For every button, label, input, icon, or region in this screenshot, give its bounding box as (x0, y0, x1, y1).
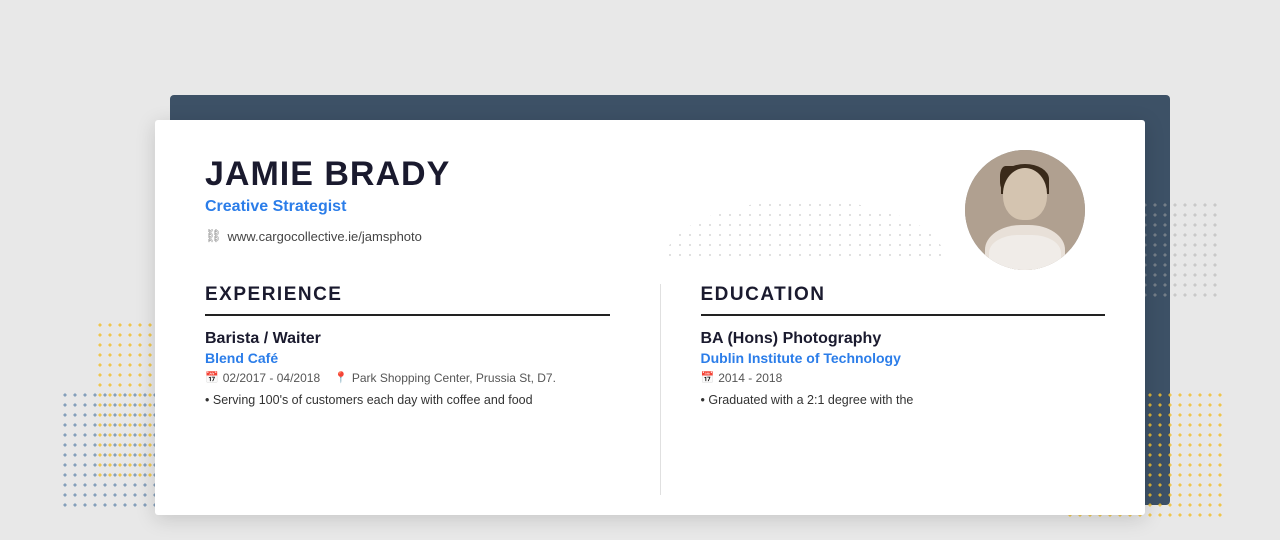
education-dates: 2014 - 2018 (718, 371, 782, 385)
degree-title: BA (Hons) Photography (701, 330, 1106, 348)
avatar (965, 150, 1085, 270)
company-name: Blend Café (205, 350, 610, 366)
education-divider (701, 314, 1106, 316)
education-dates-item: 📅 2014 - 2018 (701, 371, 783, 385)
job-description: Serving 100's of customers each day with… (205, 391, 610, 410)
resume-title: Creative Strategist (205, 198, 1095, 216)
education-section-title: EDUCATION (701, 284, 1106, 306)
job-meta: 📅 02/2017 - 04/2018 📍 Park Shopping Cent… (205, 371, 610, 385)
resume-website: ⛓ www.cargocollective.ie/jamsphoto (205, 228, 1095, 244)
job-title: Barista / Waiter (205, 330, 610, 348)
avatar-shirt (989, 235, 1061, 270)
avatar-head (1003, 168, 1047, 220)
job-dates-item: 📅 02/2017 - 04/2018 (205, 371, 320, 385)
resume-header: JAMIE BRADY Creative Strategist ⛓ www.ca… (155, 120, 1145, 264)
resume-name: JAMIE BRADY (205, 155, 1095, 194)
calendar-icon: 📅 (205, 371, 219, 384)
job-location: Park Shopping Center, Prussia St, D7. (352, 371, 556, 385)
job-location-item: 📍 Park Shopping Center, Prussia St, D7. (334, 371, 556, 385)
resume-card: JAMIE BRADY Creative Strategist ⛓ www.ca… (155, 120, 1145, 515)
education-column: EDUCATION BA (Hons) Photography Dublin I… (661, 264, 1146, 515)
calendar-icon-edu: 📅 (701, 371, 715, 384)
education-meta: 📅 2014 - 2018 (701, 371, 1106, 385)
link-icon: ⛓ (205, 228, 222, 244)
resume-body: EXPERIENCE Barista / Waiter Blend Café 📅… (155, 264, 1145, 515)
location-icon: 📍 (334, 371, 348, 384)
website-url: www.cargocollective.ie/jamsphoto (228, 229, 422, 244)
education-description: Graduated with a 2:1 degree with the (701, 391, 1106, 410)
experience-divider (205, 314, 610, 316)
experience-column: EXPERIENCE Barista / Waiter Blend Café 📅… (155, 264, 660, 515)
institution-name: Dublin Institute of Technology (701, 350, 1106, 366)
job-dates: 02/2017 - 04/2018 (223, 371, 320, 385)
experience-section-title: EXPERIENCE (205, 284, 610, 306)
avatar-image (965, 150, 1085, 270)
